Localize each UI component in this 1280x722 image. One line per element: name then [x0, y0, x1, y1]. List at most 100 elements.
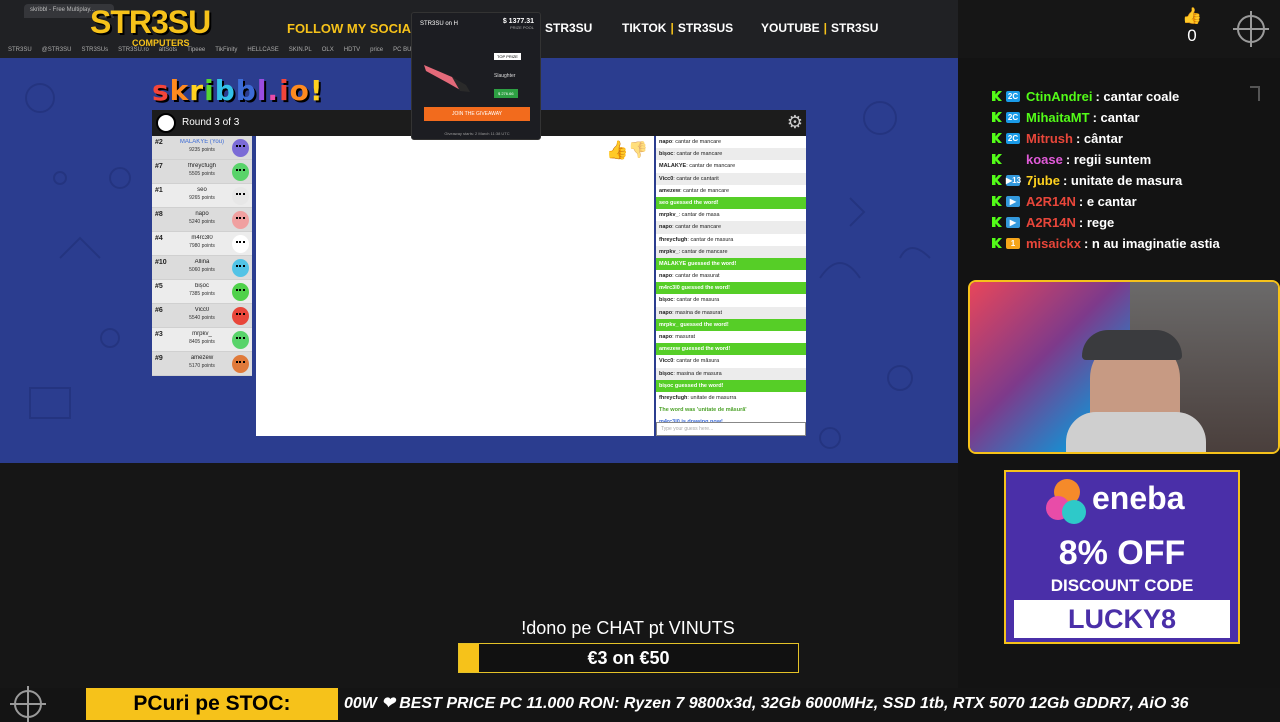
stream-chat-line: 1 misaickx: n au imaginatie astia	[984, 233, 1260, 254]
chat-user: napo	[659, 273, 673, 280]
player-row[interactable]: #9 amezew 5170 points	[152, 352, 252, 376]
player-points: 9235 points	[189, 147, 215, 153]
subscriber-badge-icon: 2C	[1006, 112, 1020, 123]
logo-letter: s	[152, 74, 170, 107]
chat-username[interactable]: MihaitaMT	[1026, 110, 1090, 125]
chat-user: Vicc0	[659, 175, 674, 182]
player-row[interactable]: #3 mrpkv_ 8405 points	[152, 328, 252, 352]
chat-text: bișoc guessed the word!	[659, 382, 724, 389]
chat-message: napo: cantar de mancare	[659, 139, 722, 145]
player-name: MALAKYE (You)	[179, 139, 225, 145]
stream-chat-line: ▶ A2R14N: e cantar	[984, 191, 1260, 212]
logo-letter: !	[309, 74, 324, 107]
bookmark-item[interactable]: @STR3SU	[42, 47, 72, 53]
player-list: #2 MALAKYE (You) 9235 points #7 fhreycfugh 55…	[152, 136, 252, 376]
social-tiktok: TIKTOK | STR3SUS	[622, 21, 734, 35]
ad-offer: 8% OFF	[1058, 534, 1186, 572]
player-row[interactable]: #1 seo 9265 points	[152, 184, 252, 208]
subscriber-badge-icon: 2C	[1006, 91, 1020, 102]
drawing-canvas[interactable]	[256, 136, 654, 436]
player-rank: #4	[155, 235, 163, 242]
pool-amount: $ 1377.31	[502, 18, 534, 25]
chat-user: mrpkv_	[659, 212, 679, 219]
stream-chat-line: 2C CtinAndrei: cantar coale	[984, 86, 1260, 107]
chat-message: seo guessed the word!	[656, 196, 806, 210]
top-overlay: skribbl - Free Multiplay... STR3SU @STR3S…	[0, 0, 1280, 58]
bookmark-item[interactable]: Tipeee	[187, 47, 205, 53]
player-avatar-icon	[232, 235, 249, 253]
ticker-bar: PCuri pe STOC: 00W ❤ BEST PRICE PC 11.00…	[0, 686, 1280, 722]
chat-message: fhreycfugh: cantar de masura	[659, 236, 734, 243]
chat-text: unitate de masurra	[690, 394, 737, 401]
chat-message: The word was 'unitate de măsură'	[656, 404, 806, 416]
bookmark-item[interactable]: STR3SU	[8, 47, 32, 53]
channel-logo: STR3SU	[90, 4, 211, 40]
player-row[interactable]: #5 bișoc 7385 points	[152, 280, 252, 304]
game-chat: napo: cantar de mancare bișoc: cantar de …	[656, 136, 806, 424]
player-rank: #8	[155, 211, 163, 218]
chat-username[interactable]: 7jube	[1026, 173, 1060, 188]
chat-user: fhreycfugh	[659, 236, 688, 243]
chat-text: seo guessed the word!	[659, 199, 719, 206]
chat-user: napo	[659, 139, 673, 145]
player-points: 9265 points	[189, 195, 215, 201]
logo-letter: b	[235, 74, 257, 107]
player-avatar-icon	[232, 211, 249, 229]
subscriber-badge-icon: 2C	[1006, 133, 1020, 144]
bookmark-item[interactable]: SKIN.PL	[289, 47, 312, 53]
chat-message: napo: masina de masurat	[656, 306, 806, 319]
eneba-ad[interactable]: eneba 8% OFF DISCOUNT CODE LUCKY8	[1004, 470, 1240, 644]
settings-gear-icon[interactable]: ⚙	[786, 113, 804, 131]
chat-message: amezew: cantar de mancare	[659, 187, 730, 194]
player-row[interactable]: #10 Allina 5060 points	[152, 256, 252, 280]
prize-price: $ 276.66	[494, 89, 518, 98]
chat-user: bișoc	[659, 151, 674, 158]
chat-separator: :	[1078, 194, 1087, 209]
bookmark-item[interactable]: TikFinity	[215, 47, 237, 53]
player-row[interactable]: #6 Vicc0 5540 points	[152, 304, 252, 328]
bookmark-item[interactable]: STR3SUs	[81, 47, 108, 53]
subscriber-badge-icon: ▶	[1006, 196, 1020, 207]
streamer-cap	[1082, 330, 1182, 360]
player-row[interactable]: #8 napo 5240 points	[152, 208, 252, 232]
join-giveaway-button[interactable]: JOIN THE GIVEAWAY	[424, 107, 530, 121]
player-points: 7385 points	[189, 291, 215, 297]
chat-separator: :	[1075, 131, 1084, 146]
chat-text: MALAKYE guessed the word!	[659, 260, 737, 267]
player-rank: #2	[155, 139, 163, 146]
player-name: napo	[195, 211, 209, 217]
player-row[interactable]: #7 fhreycfugh 5505 points	[152, 160, 252, 184]
player-rank: #7	[155, 163, 163, 170]
chat-user: fhreycfugh	[659, 394, 688, 401]
webcam-feed	[968, 280, 1280, 454]
bookmark-item[interactable]: OLX	[322, 47, 334, 53]
like-thumb-icon[interactable]: 👍	[606, 140, 628, 161]
player-rank: #1	[155, 187, 163, 194]
chat-username[interactable]: A2R14N	[1026, 215, 1076, 230]
player-row[interactable]: #2 MALAKYE (You) 9235 points	[152, 136, 252, 160]
chat-message-text: n au imaginatie astia	[1091, 236, 1220, 251]
ad-subtitle: DISCOUNT CODE	[1050, 576, 1194, 595]
bookmark-item[interactable]: HELLCASE	[247, 47, 278, 53]
chat-username[interactable]: Mitrush	[1026, 131, 1073, 146]
likes-counter: 👍 0	[1178, 8, 1206, 46]
player-name: m4rc3l0	[191, 235, 213, 241]
stream-chat-line: 2C Mitrush: cântar	[984, 128, 1260, 149]
kick-badge-icon	[992, 217, 1002, 227]
chat-username[interactable]: koase	[1026, 152, 1063, 167]
chat-username[interactable]: misaickx	[1026, 236, 1081, 251]
bookmark-item[interactable]: HDTV	[344, 47, 360, 53]
player-row[interactable]: #4 m4rc3l0 7980 points	[152, 232, 252, 256]
ad-brand: eneba	[1092, 480, 1185, 516]
logo-letter: r	[189, 74, 205, 107]
stream-chat-line: ▶13 7jube: unitate de masura	[984, 170, 1260, 191]
chat-username[interactable]: A2R14N	[1026, 194, 1076, 209]
chat-separator: :	[1078, 215, 1087, 230]
chat-username[interactable]: CtinAndrei	[1026, 89, 1092, 104]
bookmark-item[interactable]: price	[370, 47, 383, 53]
chat-user: napo	[659, 334, 673, 340]
chat-separator: :	[1062, 173, 1071, 188]
dislike-thumb-icon[interactable]: 👎	[628, 140, 648, 160]
chat-message: MALAKYE guessed the word!	[656, 257, 806, 271]
guess-input[interactable]: Type your guess here...	[656, 422, 806, 436]
